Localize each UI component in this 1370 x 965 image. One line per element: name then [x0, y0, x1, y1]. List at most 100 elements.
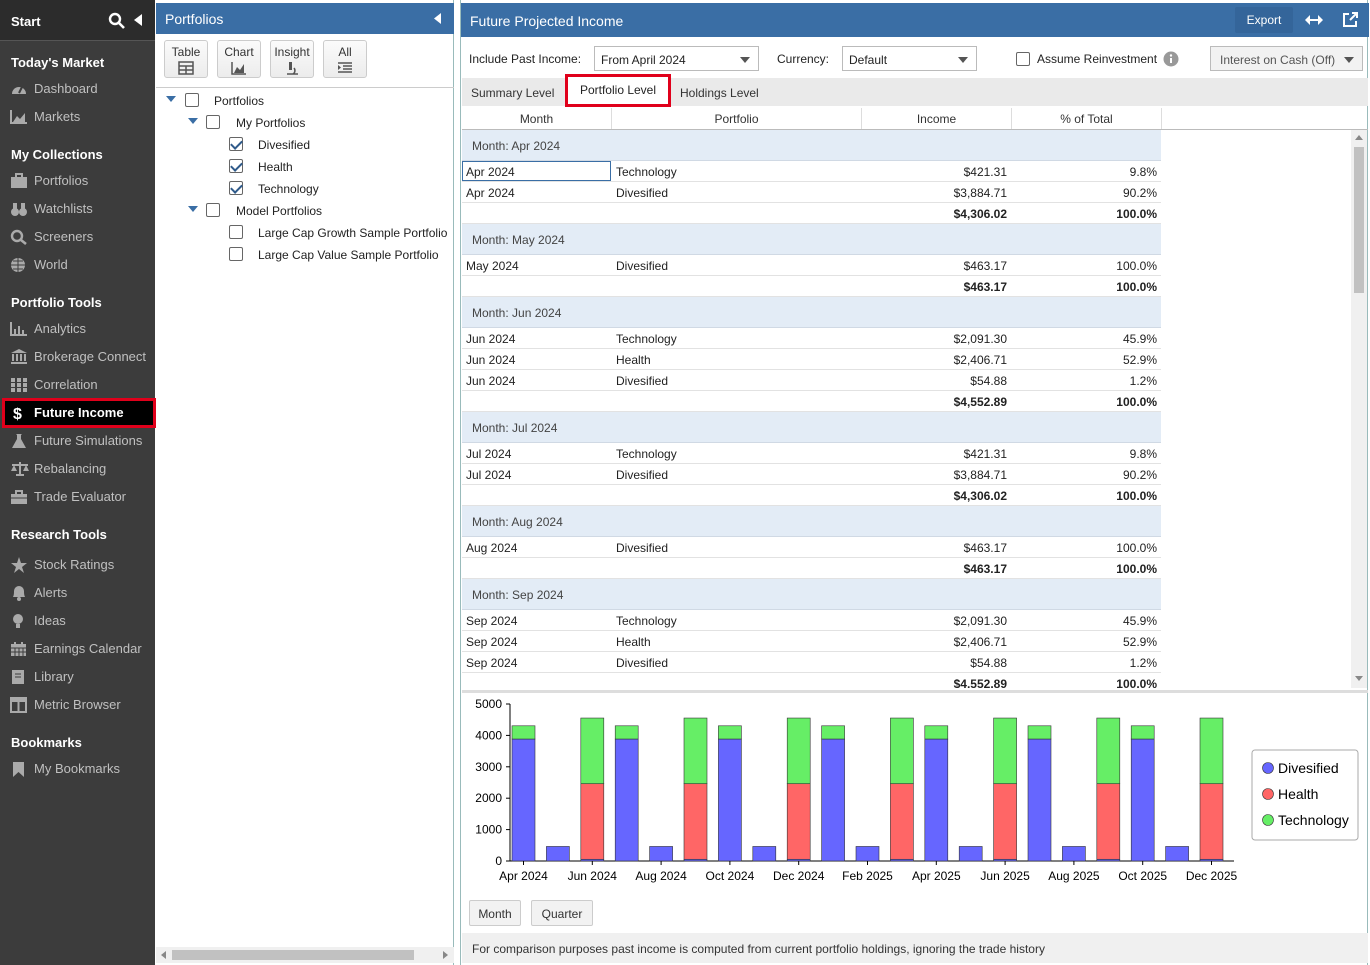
- nav-item-library[interactable]: Library: [0, 665, 155, 689]
- cell-portfolio: Divesified: [616, 656, 669, 670]
- expand-arrow-icon[interactable]: [166, 96, 176, 102]
- bar-segment-health: [890, 783, 914, 860]
- table-row[interactable]: Jun 2024 Technology $2,091.30 45.9%: [462, 328, 1161, 349]
- table-row[interactable]: Jul 2024 Divesified $3,884.71 90.2%: [462, 464, 1161, 485]
- tab-summary-level[interactable]: Summary Level: [471, 86, 554, 100]
- group-by-month-button[interactable]: Month: [469, 900, 521, 926]
- cell-portfolio: Divesified: [616, 186, 669, 200]
- view-chart-button[interactable]: Chart: [217, 40, 261, 78]
- nav-item-ideas[interactable]: Ideas: [0, 609, 155, 633]
- currency-select[interactable]: Default: [842, 46, 977, 71]
- scrollbar-thumb[interactable]: [1354, 147, 1364, 293]
- expand-arrow-icon[interactable]: [188, 118, 198, 124]
- cell-month: Sep 2024: [466, 656, 518, 670]
- search-icon: [10, 229, 27, 245]
- tree-node-portfolios[interactable]: Portfolios: [156, 90, 454, 110]
- tree-node-technology[interactable]: Technology: [156, 178, 454, 198]
- nav-item-stock-ratings[interactable]: Stock Ratings: [0, 553, 155, 577]
- tree-checkbox-checked[interactable]: [229, 181, 243, 195]
- nav-item-analytics[interactable]: Analytics: [0, 317, 155, 341]
- assume-reinvestment-checkbox[interactable]: [1016, 52, 1030, 66]
- column-header-month[interactable]: Month: [462, 108, 612, 129]
- tree-node-model-portfolios[interactable]: Model Portfolios: [156, 200, 454, 220]
- bar-segment-divesified: [924, 738, 949, 862]
- include-past-income-select[interactable]: From April 2024: [594, 46, 759, 71]
- scrollbar-thumb[interactable]: [172, 950, 414, 960]
- nav-item-correlation[interactable]: Correlation: [0, 373, 155, 397]
- view-table-button[interactable]: Table: [164, 40, 208, 78]
- tree-checkbox-checked[interactable]: [229, 137, 243, 151]
- nav-item-metric-browser[interactable]: Metric Browser: [0, 693, 155, 717]
- table-row[interactable]: Jun 2024 Health $2,406.71 52.9%: [462, 349, 1161, 370]
- nav-item-world[interactable]: World: [0, 253, 155, 277]
- tree-checkbox[interactable]: [229, 225, 243, 239]
- group-row[interactable]: Month: Apr 2024: [462, 130, 1161, 161]
- scroll-left-icon[interactable]: [161, 951, 166, 959]
- nav-item-markets[interactable]: Markets: [0, 105, 155, 129]
- column-header-portfolio[interactable]: Portfolio: [612, 108, 862, 129]
- info-icon[interactable]: [1163, 51, 1179, 67]
- scroll-up-icon[interactable]: [1355, 135, 1363, 140]
- table-row[interactable]: Sep 2024 Technology $2,091.30 45.9%: [462, 610, 1161, 631]
- column-header-pct-total[interactable]: % of Total: [1012, 108, 1162, 129]
- tab-holdings-level[interactable]: Holdings Level: [680, 86, 759, 100]
- tab-portfolio-level[interactable]: Portfolio Level: [565, 74, 671, 107]
- table-row[interactable]: Sep 2024 Health $2,406.71 52.9%: [462, 631, 1161, 652]
- view-insight-button[interactable]: Insight: [270, 40, 314, 78]
- nav-item-rebalancing[interactable]: Rebalancing: [0, 457, 155, 481]
- group-row[interactable]: Month: Jun 2024: [462, 297, 1161, 328]
- left-nav: Start Today's Market Dashboard Markets M…: [0, 0, 156, 965]
- button-label: Table: [171, 45, 201, 59]
- x-tick-label: Jun 2025: [980, 869, 1030, 883]
- tree-checkbox[interactable]: [206, 203, 220, 217]
- group-by-quarter-button[interactable]: Quarter: [531, 900, 593, 926]
- nav-item-future-simulations[interactable]: Future Simulations: [0, 429, 155, 453]
- group-row[interactable]: Month: May 2024: [462, 224, 1161, 255]
- nav-item-alerts[interactable]: Alerts: [0, 581, 155, 605]
- group-row[interactable]: Month: Jul 2024: [462, 412, 1161, 443]
- tree-node-large-cap-growth[interactable]: Large Cap Growth Sample Portfolio: [156, 222, 454, 242]
- scroll-right-icon[interactable]: [443, 951, 448, 959]
- nav-item-future-income[interactable]: $ Future Income: [2, 398, 156, 428]
- collapse-panel-icon[interactable]: [434, 13, 441, 24]
- tree-node-divesified[interactable]: Divesified: [156, 134, 454, 154]
- column-header-income[interactable]: Income: [862, 108, 1012, 129]
- group-row[interactable]: Month: Sep 2024: [462, 579, 1161, 610]
- nav-item-brokerage-connect[interactable]: Brokerage Connect: [0, 345, 155, 369]
- nav-item-dashboard[interactable]: Dashboard: [0, 77, 155, 101]
- table-row[interactable]: Apr 2024 Technology $421.31 9.8%: [462, 161, 1161, 182]
- table-row[interactable]: May 2024 Divesified $463.17 100.0%: [462, 255, 1161, 276]
- table-row[interactable]: Jul 2024 Technology $421.31 9.8%: [462, 443, 1161, 464]
- table-row[interactable]: Aug 2024 Divesified $463.17 100.0%: [462, 537, 1161, 558]
- expand-arrow-icon[interactable]: [188, 206, 198, 212]
- tree-node-large-cap-value[interactable]: Large Cap Value Sample Portfolio: [156, 244, 454, 264]
- nav-item-watchlists[interactable]: Watchlists: [0, 197, 155, 221]
- start-bar[interactable]: Start: [0, 0, 155, 41]
- nav-item-earnings-calendar[interactable]: Earnings Calendar: [0, 637, 155, 661]
- scroll-down-icon[interactable]: [1355, 676, 1363, 681]
- nav-item-trade-evaluator[interactable]: Trade Evaluator: [0, 485, 155, 509]
- nav-item-portfolios[interactable]: Portfolios: [0, 169, 155, 193]
- horizontal-scrollbar[interactable]: [156, 947, 454, 963]
- tree-checkbox[interactable]: [206, 115, 220, 129]
- expand-horizontal-icon[interactable]: [1305, 14, 1323, 26]
- interest-on-cash-select[interactable]: Interest on Cash (Off): [1210, 46, 1363, 71]
- tree-checkbox[interactable]: [185, 93, 199, 107]
- tree-node-health[interactable]: Health: [156, 156, 454, 176]
- group-row[interactable]: Month: Aug 2024: [462, 506, 1161, 537]
- popout-icon[interactable]: [1342, 12, 1358, 28]
- nav-item-screeners[interactable]: Screeners: [0, 225, 155, 249]
- splitter[interactable]: [462, 690, 1368, 693]
- nav-item-my-bookmarks[interactable]: My Bookmarks: [0, 757, 155, 781]
- vertical-scrollbar[interactable]: [1351, 130, 1367, 688]
- tree-checkbox[interactable]: [229, 247, 243, 261]
- export-button[interactable]: Export: [1235, 7, 1293, 33]
- table-row[interactable]: Apr 2024 Divesified $3,884.71 90.2%: [462, 182, 1161, 203]
- view-all-button[interactable]: All: [323, 40, 367, 78]
- table-row[interactable]: Sep 2024 Divesified $54.88 1.2%: [462, 652, 1161, 673]
- search-icon[interactable]: [108, 12, 125, 29]
- collapse-nav-icon[interactable]: [134, 14, 142, 26]
- table-row[interactable]: Jun 2024 Divesified $54.88 1.2%: [462, 370, 1161, 391]
- tree-node-my-portfolios[interactable]: My Portfolios: [156, 112, 454, 132]
- tree-checkbox-checked[interactable]: [229, 159, 243, 173]
